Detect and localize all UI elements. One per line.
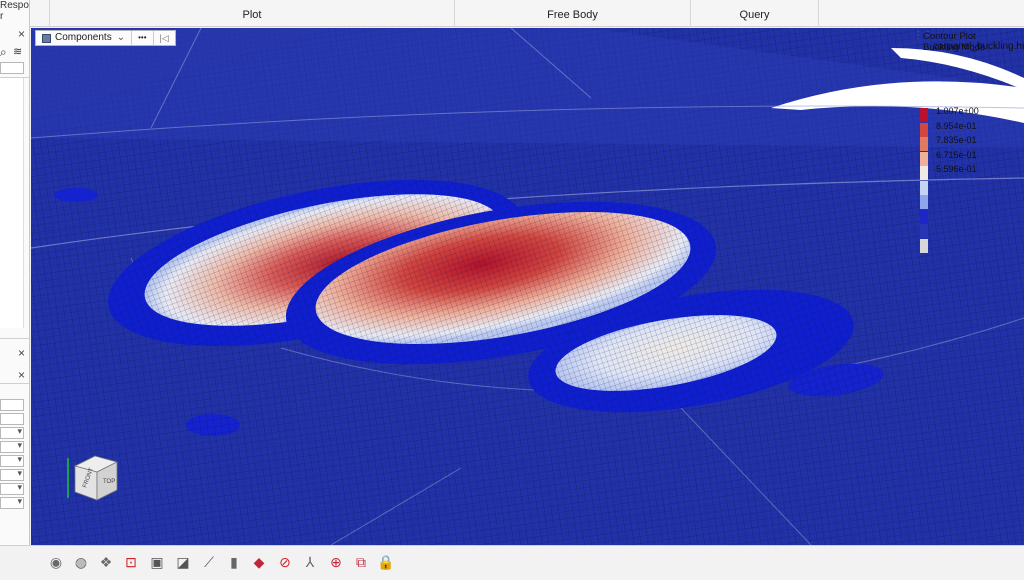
bottom-toolbar: ◉ ◍ ❖ ⊡ ▣ ◪ ⟋ ▮ ◆ ⊘ ⅄ ⊕ ⧉ 🔒 xyxy=(0,545,1024,580)
components-dropdown[interactable]: Components ⌄ xyxy=(36,31,133,45)
fit-view-icon[interactable]: ⊡ xyxy=(121,552,141,572)
app-window: Response r × ⌕ ≋ × × Plot Free Body Quer… xyxy=(0,0,1024,580)
measure-icon[interactable]: ⟋ xyxy=(199,552,219,572)
legend-value-label: 7.835e-01 xyxy=(936,135,977,145)
tab-plot[interactable]: Plot xyxy=(50,0,455,27)
legend-value-label: 1.007e+00 xyxy=(936,106,979,116)
response-sub-label: r xyxy=(0,11,4,22)
contour-legend[interactable]: ⋮⋮ Contour Plot Buckling Mode carpanel_b… xyxy=(911,28,1024,278)
components-toolbar: Components ⌄ ••• |◁ xyxy=(35,30,176,46)
camera-icon[interactable]: ▣ xyxy=(147,552,167,572)
components-label: Components xyxy=(55,32,112,43)
tab-free-body[interactable]: Free Body xyxy=(455,0,691,27)
isolate-icon[interactable]: ◆ xyxy=(249,552,269,572)
view-cube[interactable]: FRONT TOP xyxy=(65,452,125,504)
search-icon[interactable]: ⌕ xyxy=(0,45,7,60)
property-dropdown[interactable] xyxy=(0,468,24,481)
property-input[interactable] xyxy=(0,399,24,411)
legend-color-swatch xyxy=(920,195,928,209)
fe-mesh-contour-scene[interactable] xyxy=(31,28,1024,545)
chevron-down-icon: ⌄ xyxy=(116,32,126,43)
component-cube-icon xyxy=(42,33,51,43)
property-dropdown[interactable] xyxy=(0,454,24,467)
close-icon[interactable]: × xyxy=(18,27,25,41)
view-cube-top-label: TOP xyxy=(103,479,115,485)
legend-value-label: 5.596e-01 xyxy=(936,164,977,174)
eye-icon[interactable]: ◉ xyxy=(46,552,66,572)
panel-input[interactable] xyxy=(0,62,24,74)
hide-icon[interactable]: ⊘ xyxy=(275,552,295,572)
tab-blank[interactable] xyxy=(30,0,50,27)
search-icon[interactable]: ⊕ xyxy=(326,552,346,572)
axis-icon[interactable]: ⅄ xyxy=(300,552,320,572)
probe-icon[interactable]: ⧉ xyxy=(351,552,371,572)
tab-blank-right[interactable] xyxy=(819,0,1024,27)
lock-icon[interactable]: 🔒 xyxy=(376,552,396,572)
legend-value-label: 8.954e-01 xyxy=(936,120,977,131)
tab-query[interactable]: Query xyxy=(691,0,819,27)
entity-browser-list[interactable] xyxy=(0,78,24,328)
close-icon[interactable]: × xyxy=(18,368,25,382)
legend-color-swatch xyxy=(920,209,928,224)
graphics-viewport[interactable]: Components ⌄ ••• |◁ ⋮⋮ Contour Plot Buck… xyxy=(31,28,1024,545)
legend-color-swatch xyxy=(920,137,928,151)
property-dropdown[interactable] xyxy=(0,482,24,495)
left-panel: Response r × ⌕ ≋ × × xyxy=(0,0,30,545)
legend-color-swatch xyxy=(920,151,928,166)
property-dropdown[interactable] xyxy=(0,426,24,439)
legend-color-swatch xyxy=(920,238,928,253)
close-icon[interactable]: × xyxy=(18,346,25,360)
property-dropdown[interactable] xyxy=(0,440,24,453)
property-input[interactable] xyxy=(0,413,24,425)
filter-icon[interactable]: ≋ xyxy=(13,45,22,58)
skip-back-button[interactable]: |◁ xyxy=(154,31,175,45)
display-icon[interactable]: ▮ xyxy=(224,552,244,572)
legend-color-swatch xyxy=(920,166,928,180)
legend-color-swatch xyxy=(920,224,928,238)
globe-icon[interactable]: ◍ xyxy=(71,552,91,572)
legend-value-label: 6.715e-01 xyxy=(936,149,977,160)
legend-color-swatch xyxy=(920,108,928,122)
property-dropdown[interactable] xyxy=(0,496,24,509)
top-tab-strip: Plot Free Body Query xyxy=(30,0,1024,27)
legend-color-swatch xyxy=(920,180,928,195)
more-options-button[interactable]: ••• xyxy=(132,31,154,45)
section-icon[interactable]: ◪ xyxy=(173,552,193,572)
model-file-name: carpanel_buckling.hm* xyxy=(933,41,1024,52)
rotate-icon[interactable]: ❖ xyxy=(96,552,116,572)
legend-color-swatch xyxy=(920,122,928,137)
response-label: Response xyxy=(0,0,29,11)
